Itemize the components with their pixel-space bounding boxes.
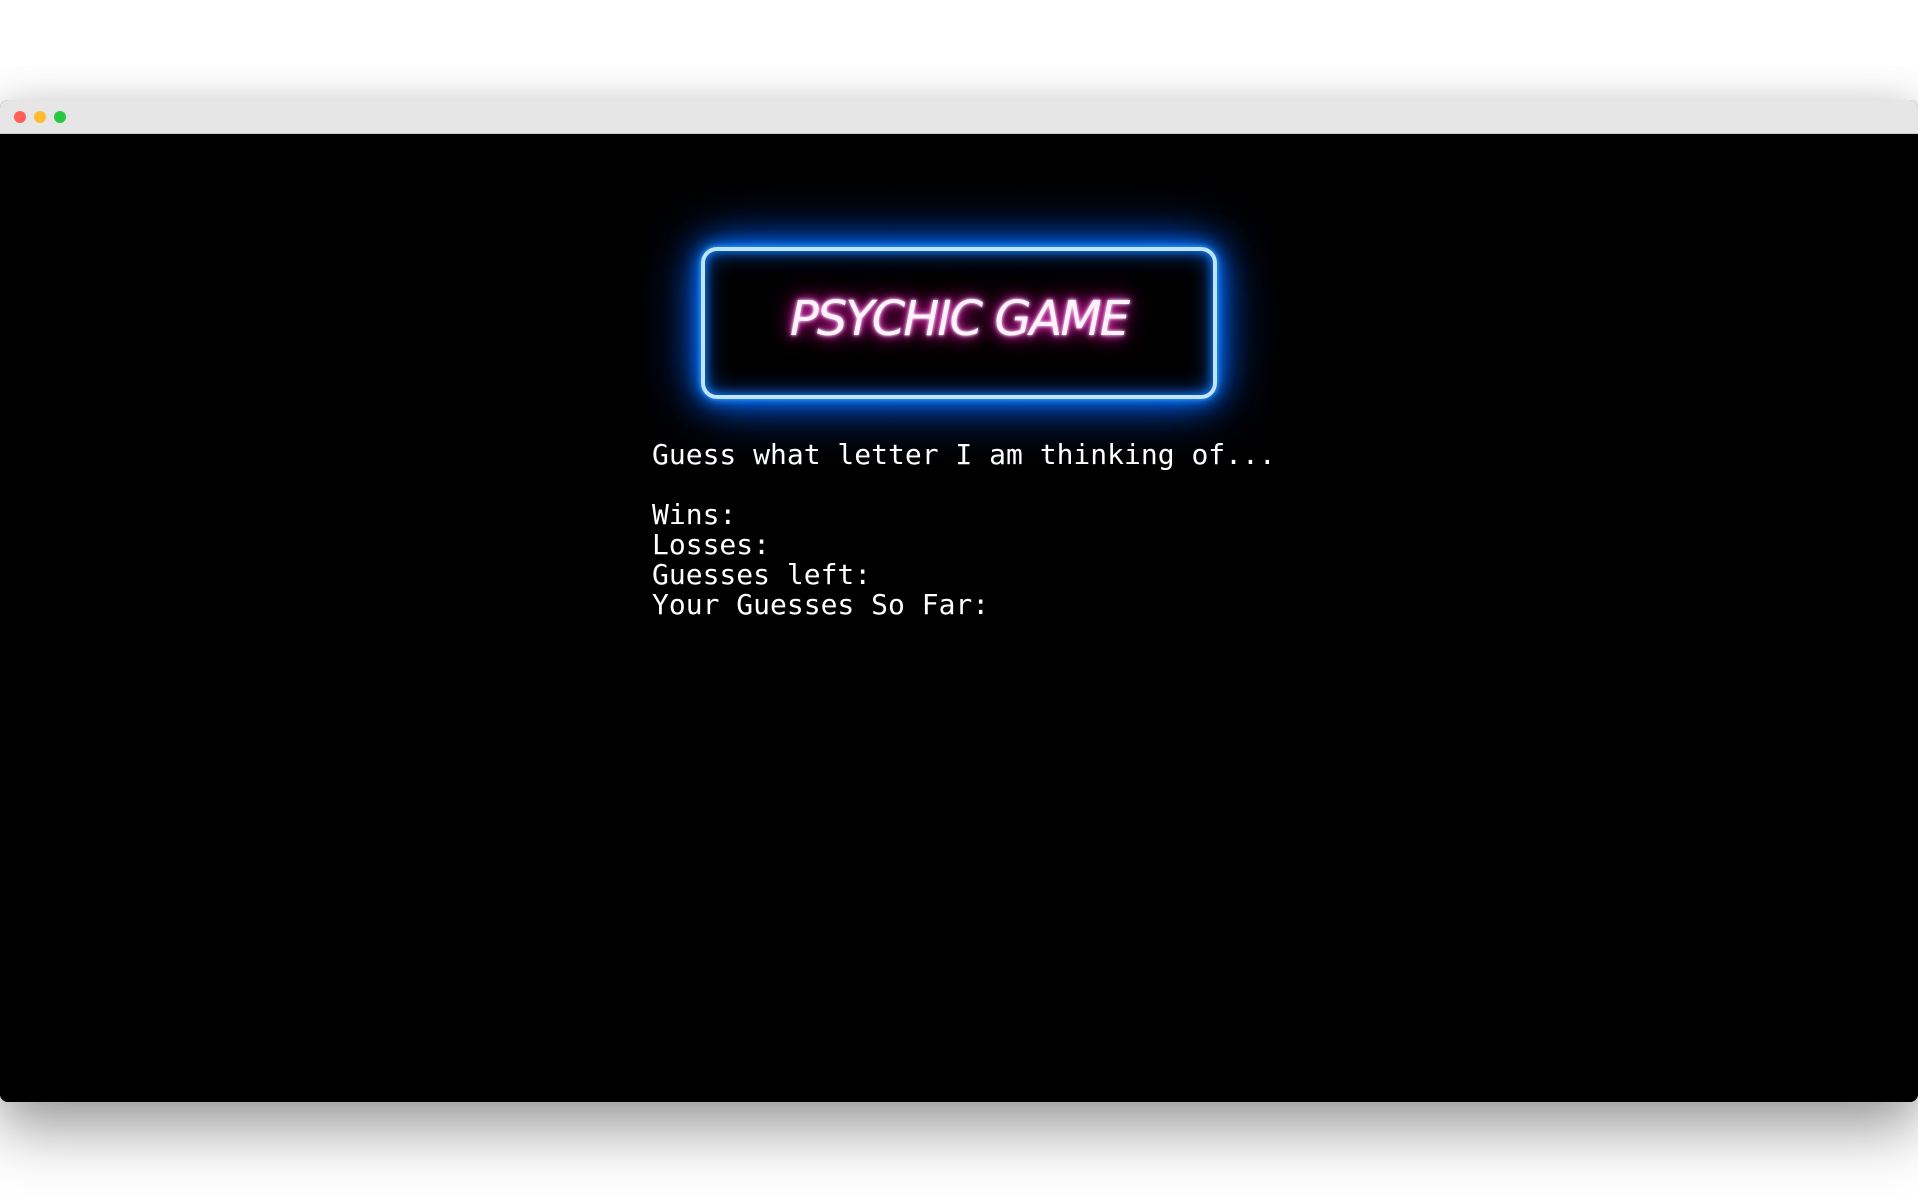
window-titlebar <box>0 100 1918 134</box>
guesses-left-label: Guesses left: <box>652 558 872 591</box>
game-panel: Guess what letter I am thinking of... Wi… <box>652 440 1276 620</box>
neon-title-sign: PSYCHIC GAME <box>701 247 1217 399</box>
browser-window: PSYCHIC GAME Guess what letter I am thin… <box>0 100 1918 1102</box>
losses-label: Losses: <box>652 528 771 561</box>
game-page: PSYCHIC GAME Guess what letter I am thin… <box>0 134 1918 1102</box>
wins-label: Wins: <box>652 498 737 531</box>
minimize-window-button[interactable] <box>34 111 46 123</box>
close-window-button[interactable] <box>14 111 26 123</box>
game-title: PSYCHIC GAME <box>789 291 1130 347</box>
game-prompt: Guess what letter I am thinking of... <box>652 438 1276 471</box>
guesses-so-far-label: Your Guesses So Far: <box>652 588 990 621</box>
maximize-window-button[interactable] <box>54 111 66 123</box>
